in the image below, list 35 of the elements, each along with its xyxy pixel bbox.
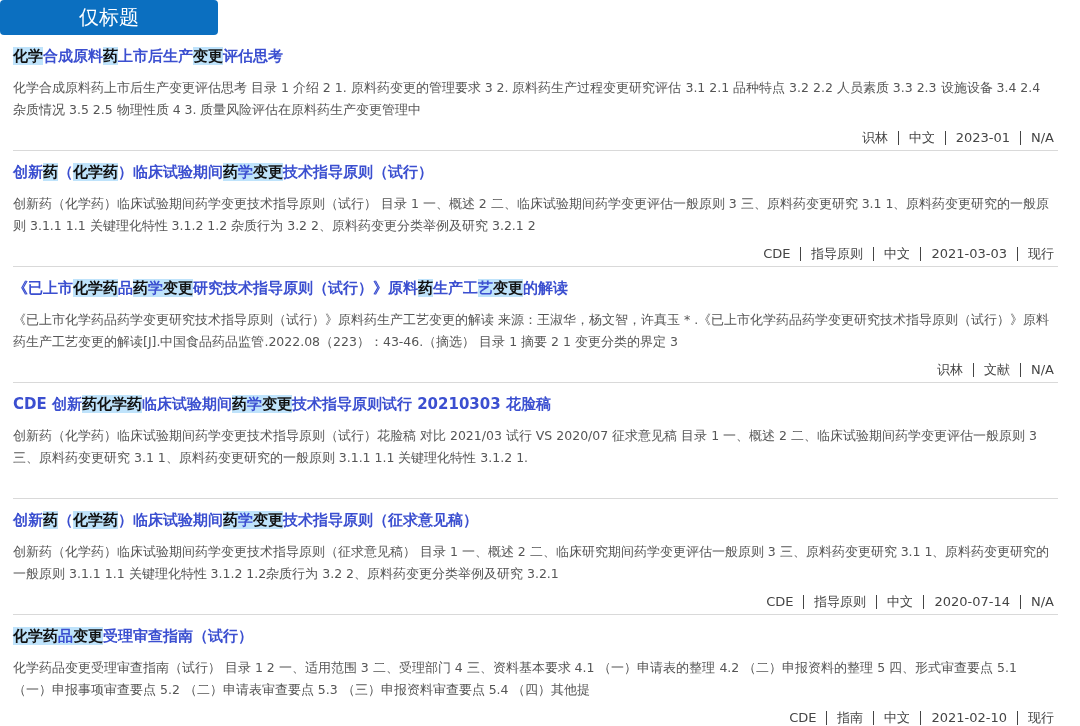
result-meta: 中文 [884, 245, 911, 263]
result-snippet: 《已上市化学药品药学变更研究技术指导原则（试行）》原料药生产工艺变更的解读 来源：王淑华，杨文智，许真玉 * .《已上市化学药品药学变更研究技术指导原则（试行）》原料药生产工艺变更的解读[J].中国食品药品监管.2022.08（223）：43-46.（摘选） 目录 1 摘要 2 1 变更分类的界定 3 [13, 311, 1051, 351]
result-meta: 现行 [1028, 245, 1054, 263]
result-meta: CDE [763, 245, 791, 263]
result-snippet: 化学药品变更受理审查指南（试行） 目录 1 2 一、适用范围 3 二、受理部门 4 三、资料基本要求 4.1 （一）申请表的整理 4.2 （二）申报资料的整理 5 四、形式审查要点 5.1 （一）申报事项审查要点 5.2 （二）申请表审查要点 5.3 （三）申报资料审查要点 5.4 （四）其他提 [13, 659, 1018, 699]
result-meta: CDE [766, 593, 794, 611]
result-meta: N/A [1031, 593, 1054, 611]
result-meta: 中文 [908, 129, 935, 147]
result-meta: 指南 [837, 709, 864, 726]
result-meta: 文献 [984, 361, 1010, 379]
result-meta: 中文 [887, 593, 914, 611]
result-meta: CDE [789, 709, 817, 726]
result-snippet: 创新药（化学药）临床试验期间药学变更技术指导原则（征求意见稿） 目录 1 一、概述 2 二、临床研究期间药学变更评估一般原则 3 三、原料药变更研究 3.1 1、原料药变更研究的一般原则 3.1.1 1.1 关键理化特性 3.1.2 1.2杂质行为 3.2 2、原料药变更分类举例及研究 3.2.1 [13, 543, 1051, 583]
result-title-link[interactable]: 创新药（化学药）临床试验期间药学变更技术指导原则（试行） [13, 161, 433, 183]
title-only-tab[interactable]: 仅标题 [0, 0, 218, 35]
result-meta: 现行 [1028, 709, 1054, 726]
result-meta: 2021-03-03 [931, 245, 1007, 263]
result-title-link[interactable]: 化学合成原料药上市后生产变更评估思考 [13, 45, 283, 67]
result-snippet: 创新药（化学药）临床试验期间药学变更技术指导原则（试行）花脸稿 对比 2021/03 试行 VS 2020/07 征求意见稿 目录 1 一、概述 2 二、临床试验期间药学变更评估一般原则 3 三、原料药变更研究 3.1 1、原料药变更研究的一般原则 3.1.1 1.1 关键理化特性 3.1.2 1. [13, 427, 1038, 467]
result-title-link[interactable]: 《已上市化学药品药学变更研究技术指导原则（试行）》原料药生产工艺变更的解读 [13, 277, 568, 299]
result-meta: 2023-01 [955, 129, 1010, 147]
result-snippet: 化学合成原料药上市后生产变更评估思考 目录 1 介绍 2 1. 原料药变更的管理要求 3 2. 原料药生产过程变更研究评估 3.1 2.1 品种特点 3.2 2.2 人员素质 3.3 2.3 设施设备 3.4 2.4 杂质情况 3.5 2.5 物理性质 4 3. 质量风险评估在原料药生产变更管理中 [13, 79, 1042, 119]
result-meta: N/A [1031, 129, 1054, 147]
result-meta: 2021-02-10 [931, 709, 1007, 726]
result-title-link[interactable]: CDE 创新药化学药临床试验期间药学变更技术指导原则试行 20210303 花脸稿 [13, 393, 551, 415]
result-meta: 指导原则 [814, 593, 867, 611]
result-snippet: 创新药（化学药）临床试验期间药学变更技术指导原则（试行） 目录 1 一、概述 2 二、临床试验期间药学变更评估一般原则 3 三、原料药变更研究 3.1 1、原料药变更研究的一般原则 3.1.1 1.1 关键理化特性 3.1.2 1.2 杂质行为 3.2 2、原料药变更分类举例及研究 3.2.1 2 [13, 195, 1051, 235]
result-meta: 识林 [861, 129, 888, 147]
result-meta: 中文 [884, 709, 911, 726]
result-meta: 2020-07-14 [934, 593, 1010, 611]
result-meta: N/A [1031, 361, 1054, 379]
result-title-link[interactable]: 创新药（化学药）临床试验期间药学变更技术指导原则（征求意见稿） [13, 509, 478, 531]
result-meta: 指导原则 [811, 245, 864, 263]
result-meta: 识林 [937, 361, 963, 379]
result-title-link[interactable]: 化学药品变更受理审查指南（试行） [13, 625, 253, 647]
